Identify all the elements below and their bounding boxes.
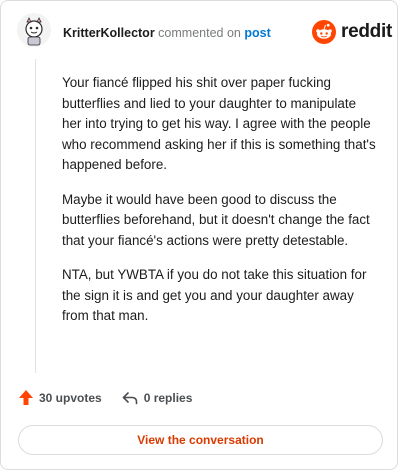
comment-paragraph: Your fiancé flipped his shit over paper …	[62, 75, 376, 172]
replies-count: 0 replies	[143, 390, 193, 405]
view-conversation-button[interactable]: View the conversation	[18, 425, 383, 455]
replies-stat[interactable]: 0 replies	[122, 390, 193, 405]
comment-body: Your fiancé flipped his shit over paper …	[62, 73, 377, 341]
username[interactable]: KritterKollector	[63, 26, 155, 40]
commented-on-text: commented on	[158, 26, 241, 40]
avatar[interactable]	[17, 13, 51, 47]
comment-paragraph: Maybe it would have been good to discuss…	[62, 191, 370, 248]
comment-paragraph: NTA, but YWBTA if you do not take this s…	[62, 267, 367, 323]
brand-wordmark: reddit	[341, 21, 392, 42]
upvotes-stat[interactable]: 30 upvotes	[18, 389, 102, 406]
reddit-brand[interactable]: reddit	[312, 20, 392, 44]
comment-stats: 30 upvotes 0 replies	[18, 389, 192, 406]
user-avatar-icon	[17, 13, 51, 47]
thread-line	[35, 59, 36, 373]
comment-header: KritterKollector commented on post	[63, 26, 271, 40]
upvote-arrow-icon[interactable]	[18, 389, 34, 406]
post-link[interactable]: post	[244, 26, 270, 40]
reply-arrow-icon[interactable]	[122, 391, 138, 405]
reddit-logo-icon	[312, 20, 336, 44]
upvotes-count: 30 upvotes	[39, 390, 102, 405]
comment-card: KritterKollector commented on post reddi…	[0, 0, 398, 470]
